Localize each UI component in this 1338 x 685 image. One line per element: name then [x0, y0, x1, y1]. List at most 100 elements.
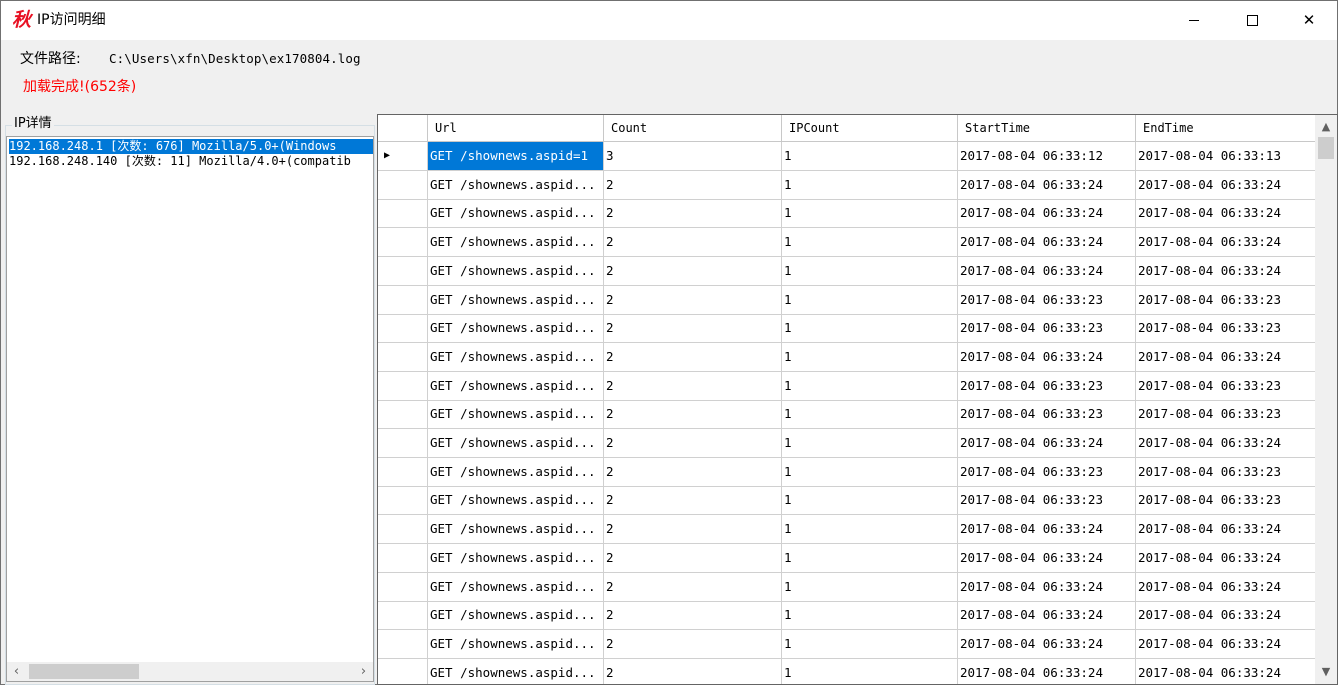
cell-count[interactable]: 2: [604, 285, 782, 315]
scroll-down-icon[interactable]: ▼: [1315, 662, 1337, 682]
cell-count[interactable]: 2: [604, 515, 782, 545]
cell-url[interactable]: GET /shownews.aspid...: [428, 228, 604, 258]
cell-endtime[interactable]: 2017-08-04 06:33:23: [1136, 371, 1316, 401]
cell-endtime[interactable]: 2017-08-04 06:33:23: [1136, 314, 1316, 344]
table-row[interactable]: GET /shownews.aspid... 2 1 2017-08-04 06:33…: [378, 342, 1316, 372]
cell-starttime[interactable]: 2017-08-04 06:33:23: [958, 457, 1136, 487]
column-header-url[interactable]: Url: [428, 115, 604, 142]
cell-count[interactable]: 2: [604, 199, 782, 229]
cell-url[interactable]: GET /shownews.aspid...: [428, 400, 604, 430]
column-header-ipcount[interactable]: IPCount: [782, 115, 958, 142]
horizontal-scroll-thumb[interactable]: [29, 664, 139, 679]
cell-count[interactable]: 2: [604, 400, 782, 430]
cell-endtime[interactable]: 2017-08-04 06:33:23: [1136, 400, 1316, 430]
row-header[interactable]: [378, 342, 428, 372]
row-header[interactable]: [378, 486, 428, 516]
cell-endtime[interactable]: 2017-08-04 06:33:24: [1136, 515, 1316, 545]
row-header[interactable]: [378, 285, 428, 315]
cell-count[interactable]: 2: [604, 228, 782, 258]
row-header[interactable]: [378, 658, 428, 684]
table-row[interactable]: GET /shownews.aspid... 2 1 2017-08-04 06:33…: [378, 285, 1316, 315]
cell-count[interactable]: 2: [604, 543, 782, 573]
row-header[interactable]: [378, 457, 428, 487]
vertical-scrollbar[interactable]: ▲ ▼: [1315, 115, 1337, 684]
row-header[interactable]: [378, 601, 428, 631]
cell-endtime[interactable]: 2017-08-04 06:33:24: [1136, 572, 1316, 602]
cell-count[interactable]: 2: [604, 170, 782, 200]
close-button[interactable]: ✕: [1280, 1, 1338, 40]
table-row[interactable]: ▶ GET /shownews.aspid=1 3 1 2017-08-04 06:33…: [378, 142, 1316, 171]
cell-count[interactable]: 2: [604, 601, 782, 631]
cell-starttime[interactable]: 2017-08-04 06:33:23: [958, 400, 1136, 430]
cell-ipcount[interactable]: 1: [782, 285, 958, 315]
table-row[interactable]: GET /shownews.aspid... 2 1 2017-08-04 06:33…: [378, 170, 1316, 200]
row-header[interactable]: [378, 256, 428, 286]
row-header[interactable]: [378, 371, 428, 401]
cell-endtime[interactable]: 2017-08-04 06:33:24: [1136, 543, 1316, 573]
cell-count[interactable]: 2: [604, 486, 782, 516]
table-row[interactable]: GET /shownews.aspid... 2 1 2017-08-04 06:33…: [378, 371, 1316, 401]
cell-url[interactable]: GET /shownews.aspid=1: [428, 142, 604, 171]
cell-ipcount[interactable]: 1: [782, 342, 958, 372]
table-row[interactable]: GET /shownews.aspid... 2 1 2017-08-04 06:33…: [378, 515, 1316, 545]
cell-starttime[interactable]: 2017-08-04 06:33:24: [958, 199, 1136, 229]
cell-starttime[interactable]: 2017-08-04 06:33:24: [958, 228, 1136, 258]
cell-url[interactable]: GET /shownews.aspid...: [428, 199, 604, 229]
cell-url[interactable]: GET /shownews.aspid...: [428, 572, 604, 602]
cell-count[interactable]: 2: [604, 429, 782, 458]
row-header[interactable]: [378, 629, 428, 659]
table-row[interactable]: GET /shownews.aspid... 2 1 2017-08-04 06:33…: [378, 199, 1316, 229]
cell-endtime[interactable]: 2017-08-04 06:33:24: [1136, 256, 1316, 286]
cell-starttime[interactable]: 2017-08-04 06:33:24: [958, 601, 1136, 631]
url-data-grid[interactable]: Url Count IPCount StartTime EndTime ▶ GET /sh…: [377, 114, 1338, 685]
vertical-scroll-thumb[interactable]: [1318, 137, 1334, 159]
cell-starttime[interactable]: 2017-08-04 06:33:24: [958, 429, 1136, 458]
cell-count[interactable]: 2: [604, 572, 782, 602]
row-header[interactable]: [378, 572, 428, 602]
cell-ipcount[interactable]: 1: [782, 371, 958, 401]
cell-ipcount[interactable]: 1: [782, 543, 958, 573]
table-row[interactable]: GET /shownews.aspid... 2 1 2017-08-04 06:33…: [378, 314, 1316, 344]
cell-url[interactable]: GET /shownews.aspid...: [428, 543, 604, 573]
ip-list-item[interactable]: 192.168.248.140 [次数: 11] Mozilla/4.0+(co…: [9, 154, 373, 169]
cell-ipcount[interactable]: 1: [782, 199, 958, 229]
table-row[interactable]: GET /shownews.aspid... 2 1 2017-08-04 06:33…: [378, 228, 1316, 258]
cell-url[interactable]: GET /shownews.aspid...: [428, 601, 604, 631]
cell-url[interactable]: GET /shownews.aspid...: [428, 314, 604, 344]
cell-url[interactable]: GET /shownews.aspid...: [428, 457, 604, 487]
row-header[interactable]: [378, 543, 428, 573]
cell-count[interactable]: 3: [604, 142, 782, 171]
table-row[interactable]: GET /shownews.aspid... 2 1 2017-08-04 06:33…: [378, 486, 1316, 516]
cell-endtime[interactable]: 2017-08-04 06:33:24: [1136, 629, 1316, 659]
cell-url[interactable]: GET /shownews.aspid...: [428, 342, 604, 372]
cell-count[interactable]: 2: [604, 314, 782, 344]
cell-url[interactable]: GET /shownews.aspid...: [428, 629, 604, 659]
row-header[interactable]: ▶: [378, 142, 428, 171]
cell-ipcount[interactable]: 1: [782, 629, 958, 659]
cell-starttime[interactable]: 2017-08-04 06:33:24: [958, 515, 1136, 545]
cell-url[interactable]: GET /shownews.aspid...: [428, 486, 604, 516]
scroll-right-icon[interactable]: ›: [354, 662, 373, 681]
cell-starttime[interactable]: 2017-08-04 06:33:12: [958, 142, 1136, 171]
cell-starttime[interactable]: 2017-08-04 06:33:24: [958, 629, 1136, 659]
row-header[interactable]: [378, 199, 428, 229]
table-row[interactable]: GET /shownews.aspid... 2 1 2017-08-04 06:33…: [378, 429, 1316, 458]
cell-endtime[interactable]: 2017-08-04 06:33:24: [1136, 601, 1316, 631]
table-row[interactable]: GET /shownews.aspid... 2 1 2017-08-04 06:33…: [378, 543, 1316, 573]
cell-count[interactable]: 2: [604, 256, 782, 286]
cell-starttime[interactable]: 2017-08-04 06:33:23: [958, 371, 1136, 401]
cell-url[interactable]: GET /shownews.aspid...: [428, 429, 604, 458]
cell-starttime[interactable]: 2017-08-04 06:33:24: [958, 170, 1136, 200]
cell-url[interactable]: GET /shownews.aspid...: [428, 285, 604, 315]
table-row[interactable]: GET /shownews.aspid... 2 1 2017-08-04 06:33…: [378, 457, 1316, 487]
minimize-button[interactable]: [1165, 1, 1223, 40]
cell-ipcount[interactable]: 1: [782, 457, 958, 487]
cell-ipcount[interactable]: 1: [782, 400, 958, 430]
cell-ipcount[interactable]: 1: [782, 170, 958, 200]
table-row[interactable]: GET /shownews.aspid... 2 1 2017-08-04 06:33…: [378, 658, 1316, 684]
cell-ipcount[interactable]: 1: [782, 256, 958, 286]
cell-endtime[interactable]: 2017-08-04 06:33:24: [1136, 429, 1316, 458]
cell-count[interactable]: 2: [604, 342, 782, 372]
cell-starttime[interactable]: 2017-08-04 06:33:23: [958, 285, 1136, 315]
cell-starttime[interactable]: 2017-08-04 06:33:24: [958, 543, 1136, 573]
